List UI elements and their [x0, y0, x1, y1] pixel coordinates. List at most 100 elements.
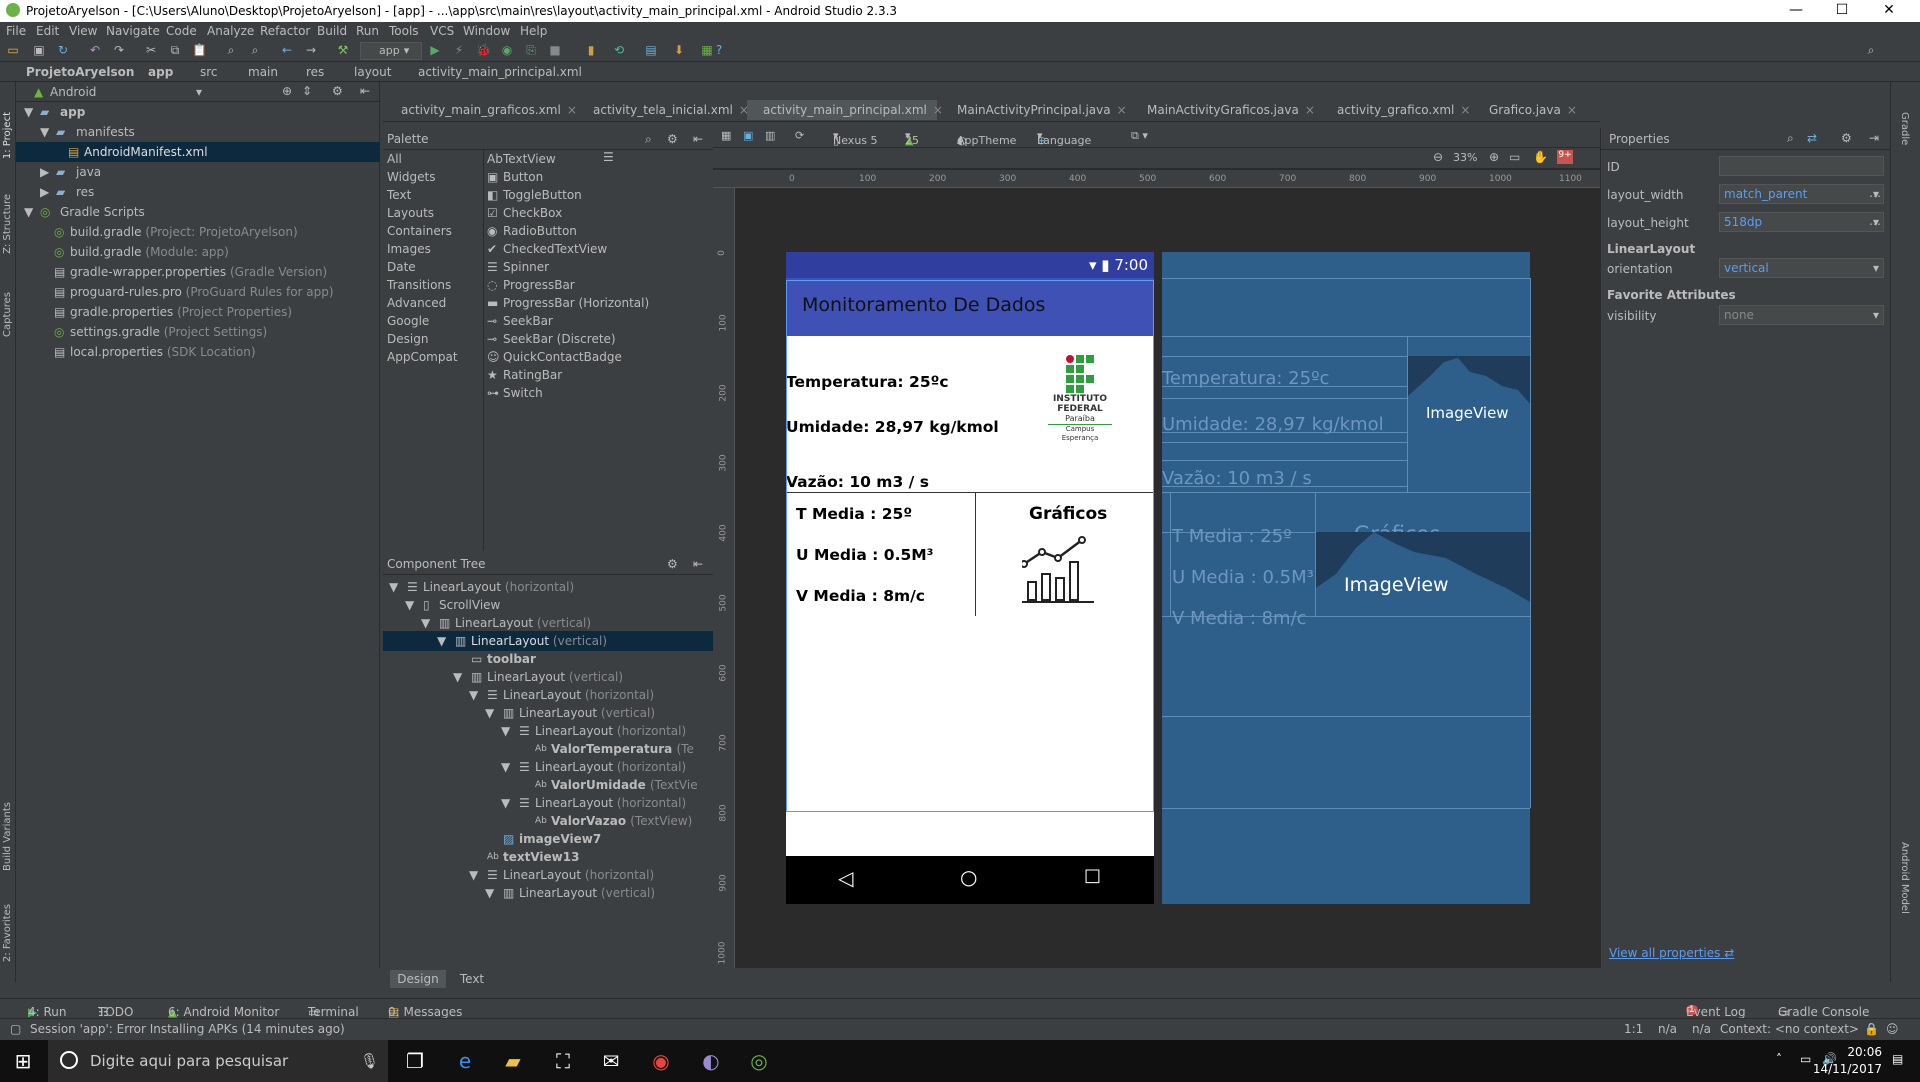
- windows-start-icon[interactable]: ⊞: [10, 1048, 36, 1074]
- bp-imageview-logo[interactable]: ImageView: [1408, 356, 1530, 462]
- palette-item[interactable]: ☑ CheckBox: [487, 206, 707, 224]
- tab-grafico-java[interactable]: Grafico.java ×: [1473, 100, 1583, 120]
- palette-category[interactable]: Google: [387, 314, 477, 332]
- redo-icon[interactable]: ↷: [112, 43, 126, 57]
- breadcrumb-layout[interactable]: layout: [354, 65, 391, 79]
- view-all-properties-link[interactable]: View all properties ⇄: [1609, 946, 1734, 960]
- mail-icon[interactable]: ✉: [598, 1048, 624, 1074]
- tab-structure[interactable]: Z: Structure: [2, 194, 13, 254]
- microphone-icon[interactable]: 🎙: [360, 1040, 379, 1082]
- tray-chevron-icon[interactable]: ˄: [1776, 1052, 1782, 1066]
- align-icon[interactable]: ☰: [603, 150, 614, 164]
- bp-u-media-text[interactable]: U Media : 0.5M³: [1172, 567, 1314, 588]
- palette-category[interactable]: Advanced: [387, 296, 477, 314]
- tree-row[interactable]: ▼ ☰ LinearLayout (horizontal): [383, 577, 747, 597]
- tree-row-file[interactable]: ▤ gradle.properties (Project Properties): [16, 302, 380, 322]
- context-indicator[interactable]: Context: <no context>: [1720, 1022, 1859, 1036]
- tree-row[interactable]: ▼ ▥ LinearLayout (vertical): [383, 667, 747, 687]
- lock-icon[interactable]: 🔒: [1864, 1022, 1879, 1036]
- palette-category[interactable]: Layouts: [387, 206, 477, 224]
- sync-gradle-icon[interactable]: ⟲: [612, 43, 626, 57]
- close-icon[interactable]: ×: [567, 103, 577, 117]
- make-project-icon[interactable]: ⚒: [336, 43, 350, 57]
- tab-activity-tela-inicial[interactable]: activity_tela_inicial.xml ×: [577, 100, 749, 120]
- open-folder-icon[interactable]: ▭: [6, 43, 20, 57]
- minimize-button[interactable]: —: [1773, 0, 1819, 22]
- gear-icon[interactable]: ⚙: [667, 128, 678, 150]
- status-toggle-icon[interactable]: ▢: [10, 1022, 21, 1036]
- palette-item[interactable]: AbTextView: [487, 152, 707, 170]
- palette-category[interactable]: AppCompat: [387, 350, 477, 368]
- close-icon[interactable]: ×: [1117, 103, 1127, 117]
- prop-layout-width-select[interactable]: match_parent ▾: [1719, 184, 1884, 204]
- breadcrumb-project[interactable]: ProjetoAryelson: [26, 65, 134, 79]
- scroll-from-source-icon[interactable]: ⊕: [282, 84, 292, 98]
- taskbar-clock[interactable]: 20:06 14/11/2017: [1813, 1044, 1882, 1078]
- apply-changes-icon[interactable]: ⚡: [452, 43, 466, 57]
- menu-edit[interactable]: Edit: [36, 24, 59, 38]
- replace-icon[interactable]: ⌕: [248, 43, 262, 57]
- avd-manager-icon[interactable]: ▮: [584, 43, 598, 57]
- palette-category[interactable]: Design: [387, 332, 477, 350]
- debug-icon[interactable]: 🐞: [476, 43, 491, 57]
- tree-row-selected[interactable]: ▼ ▥ LinearLayout (vertical): [383, 631, 747, 651]
- bp-temperatura-text[interactable]: Temperatura: 25ºc: [1162, 368, 1329, 389]
- close-icon[interactable]: ×: [1305, 103, 1315, 117]
- forward-icon[interactable]: →: [304, 43, 318, 57]
- both-mode-icon[interactable]: ▥: [765, 129, 775, 142]
- attach-debugger-icon[interactable]: ⎘: [524, 43, 538, 57]
- edge-icon[interactable]: e: [452, 1048, 478, 1074]
- run-icon[interactable]: ▶: [428, 43, 442, 57]
- menu-window[interactable]: Window: [463, 24, 510, 38]
- error-badge-icon[interactable]: 9+: [1557, 150, 1573, 164]
- palette-item[interactable]: ★ RatingBar: [487, 368, 707, 386]
- tab-text[interactable]: Text: [452, 970, 492, 988]
- tree-row-res[interactable]: ▶ ▰ res: [16, 182, 380, 202]
- taskbar-search[interactable]: Digite aqui para pesquisar 🎙: [48, 1040, 388, 1082]
- tab-project[interactable]: 1: Project: [2, 112, 13, 159]
- tree-row-file[interactable]: ▤ gradle-wrapper.properties (Gradle Versi…: [16, 262, 380, 282]
- tree-row-file[interactable]: ▤ proguard-rules.pro (ProGuard Rules for …: [16, 282, 380, 302]
- app-icon[interactable]: ◐: [698, 1048, 724, 1074]
- cut-icon[interactable]: ✂: [144, 43, 158, 57]
- tab-mainactivitygraficos[interactable]: MainActivityGraficos.java ×: [1131, 100, 1317, 120]
- notifications-icon[interactable]: ▤: [1892, 1052, 1903, 1066]
- prop-visibility-select[interactable]: none ▾: [1719, 305, 1884, 325]
- tree-row-gradle-scripts[interactable]: ▼ ◎ Gradle Scripts: [16, 202, 380, 222]
- tab-activity-main-principal[interactable]: activity_main_principal.xml ×: [747, 100, 943, 120]
- tree-row[interactable]: ▼ ☰ LinearLayout (horizontal): [383, 685, 747, 705]
- tree-row[interactable]: Ab textView13: [383, 847, 747, 867]
- tab-activity-main-graficos[interactable]: activity_main_graficos.xml ×: [385, 100, 577, 120]
- palette-item[interactable]: ☰ Spinner: [487, 260, 707, 278]
- home-icon[interactable]: ○: [960, 865, 977, 889]
- bp-t-media-text[interactable]: T Media : 25º: [1172, 526, 1292, 547]
- tab-android-model[interactable]: Android Model: [1899, 842, 1910, 914]
- hide-icon[interactable]: ⇤: [693, 553, 703, 575]
- tree-row[interactable]: ▨ imageView7: [383, 829, 747, 849]
- breadcrumb-res[interactable]: res: [306, 65, 324, 79]
- zoom-fit-icon[interactable]: ▭: [1509, 150, 1520, 164]
- chrome-icon[interactable]: ◉: [648, 1048, 674, 1074]
- tree-row-java[interactable]: ▶ ▰ java: [16, 162, 380, 182]
- task-view-icon[interactable]: ❐: [402, 1048, 428, 1074]
- tree-row[interactable]: ▼ ☰ LinearLayout (horizontal): [383, 865, 747, 885]
- palette-item[interactable]: ☺ QuickContactBadge: [487, 350, 707, 368]
- menu-file[interactable]: File: [6, 24, 26, 38]
- tab-build-variants[interactable]: Build Variants: [2, 802, 13, 871]
- search-everywhere-icon[interactable]: ⌕: [1864, 43, 1878, 57]
- android-studio-taskbar-icon[interactable]: ◎: [746, 1048, 772, 1074]
- tree-row[interactable]: ▼ ▯ ScrollView: [383, 595, 747, 615]
- menu-navigate[interactable]: Navigate: [106, 24, 160, 38]
- tree-row[interactable]: ▼ ☰ LinearLayout (horizontal): [383, 721, 747, 741]
- help-icon[interactable]: ?: [712, 43, 726, 57]
- api-select[interactable]: ▲ 25 ▾: [905, 129, 919, 147]
- palette-category[interactable]: All: [387, 152, 477, 170]
- blueprint-mode-icon[interactable]: ▣: [743, 129, 753, 142]
- encoding[interactable]: n/a: [1692, 1022, 1711, 1036]
- palette-item[interactable]: ▣ Button: [487, 170, 707, 188]
- language-select[interactable]: ⊕ Language ▾: [1037, 129, 1091, 147]
- gear-icon[interactable]: ⚙: [332, 84, 343, 98]
- palette-category[interactable]: Date: [387, 260, 477, 278]
- tab-gradle[interactable]: Gradle: [1899, 112, 1910, 145]
- close-icon[interactable]: ×: [1567, 103, 1577, 117]
